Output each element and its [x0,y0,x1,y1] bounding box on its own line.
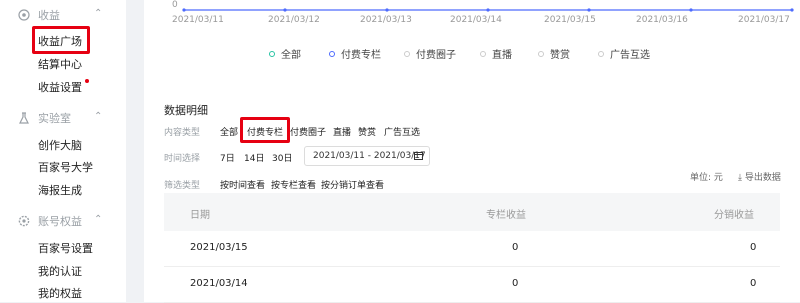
income-chart: 0 2021/03/11 2021/03/12 2021/03/13 2021/… [144,0,800,30]
sidebar-item-creative-brain[interactable]: 创作大脑 [38,137,82,153]
data-point [587,8,591,12]
legend-label: 赞赏 [550,50,570,61]
legend-item-paid-circle[interactable]: 付费圈子 [404,46,456,61]
chevron-up-icon[interactable]: ⌃ [94,8,102,19]
x-tick-label: 2021/03/13 [360,15,412,25]
calendar-icon [414,152,423,160]
legend-dot-icon [269,50,275,57]
notification-dot [85,79,89,83]
sidebar-section-title: 账号权益 [38,215,82,228]
table-cell: 0 [512,242,519,253]
filter-option-live[interactable]: 直播 [333,125,351,138]
filter-option-tip[interactable]: 赞赏 [358,125,376,138]
legend-dot-icon [329,50,335,57]
sidebar-item-rights[interactable]: 我的权益 [38,285,82,301]
time-option-30d[interactable]: 30日 [272,151,292,164]
data-point [182,8,186,12]
legend-label: 付费专栏 [341,50,381,61]
sidebar-section-title: 收益 [38,9,60,22]
chevron-up-icon[interactable]: ⌃ [94,111,102,122]
section-title: 数据明细 [164,104,208,117]
unit-label: 单位: 元 [690,173,723,183]
column-header-date: 日期 [190,210,210,221]
filter-by-column[interactable]: 按专栏查看 [271,178,316,191]
sidebar-item-settlement[interactable]: 结算中心 [38,56,82,72]
sidebar-section-income[interactable]: 收益 ⌃ [18,7,102,23]
data-point [486,8,490,12]
data-point [385,8,389,12]
legend-item-ad[interactable]: 广告互选 [598,46,650,61]
download-icon: ⤓ [738,173,745,183]
x-tick-label: 2021/03/16 [636,15,688,25]
gear-icon [18,215,30,227]
data-point [689,8,693,12]
filter-by-distribution[interactable]: 按分销订单查看 [321,178,384,191]
main-panel: 0 2021/03/11 2021/03/12 2021/03/13 2021/… [144,0,800,303]
legend-label: 全部 [281,50,301,61]
column-header-column-income: 专栏收益 [486,210,526,221]
legend-dot-icon [598,50,604,57]
legend-dot-icon [480,50,486,57]
sidebar: 收益 ⌃ 收益广场 结算中心 收益设置 实验室 ⌃ 创作大脑 百家号大学 海报生… [0,0,126,302]
legend-label: 直播 [492,50,512,61]
x-tick-label: 2021/03/12 [268,15,320,25]
data-point [790,8,794,12]
export-button[interactable]: ⤓ 导出数据 [738,170,781,183]
sidebar-section-account[interactable]: 账号权益 ⌃ [18,213,102,229]
legend-dot-icon [404,50,410,57]
sidebar-item-account-settings[interactable]: 百家号设置 [38,240,93,256]
sidebar-section-title: 实验室 [38,112,71,125]
time-option-7d[interactable]: 7日 [220,151,235,164]
table-row: 2021/03/14 0 0 [164,267,780,303]
coin-icon [18,9,30,21]
sidebar-section-lab[interactable]: 实验室 ⌃ [18,110,102,126]
filter-by-time[interactable]: 按时间查看 [220,178,265,191]
table-cell: 2021/03/14 [190,278,248,289]
legend-item-live[interactable]: 直播 [480,46,512,61]
flask-icon [18,112,30,124]
table-row: 2021/03/15 0 0 [164,231,780,267]
table-cell: 0 [750,278,757,289]
x-tick-label: 2021/03/14 [450,15,502,25]
legend-label: 付费圈子 [416,50,456,61]
filter-option-ad[interactable]: 广告互选 [384,125,420,138]
table-cell: 0 [750,242,757,253]
table-header: 日期 专栏收益 分销收益 [164,193,780,231]
legend-item-all[interactable]: 全部 [269,46,301,61]
sidebar-item-poster[interactable]: 海报生成 [38,182,82,198]
sidebar-item-income-settings[interactable]: 收益设置 [38,79,89,95]
table-cell: 2021/03/15 [190,242,248,253]
highlight-box [240,117,290,143]
x-tick-label: 2021/03/17 [738,15,790,25]
highlight-box [32,26,90,54]
date-range-value: 2021/03/11 - 2021/03/17 [313,151,426,161]
filter-option-all[interactable]: 全部 [220,125,238,138]
sidebar-item-university[interactable]: 百家号大学 [38,159,93,175]
time-option-14d[interactable]: 14日 [244,151,264,164]
table-cell: 0 [512,278,519,289]
time-select-label: 时间选择 [164,154,201,164]
legend-item-tip[interactable]: 赞赏 [538,46,570,61]
x-tick-label: 2021/03/15 [544,15,596,25]
chevron-up-icon[interactable]: ⌃ [94,214,102,225]
legend-dot-icon [538,50,544,57]
date-range-picker[interactable]: 2021/03/11 - 2021/03/17 [304,146,430,166]
filter-type-label: 筛选类型 [164,181,201,191]
column-header-distribution-income: 分销收益 [714,210,754,221]
legend-item-paid-column[interactable]: 付费专栏 [329,46,381,61]
filter-option-paid-circle[interactable]: 付费圈子 [290,125,326,138]
x-tick-label: 2021/03/11 [172,15,224,25]
content-type-label: 内容类型 [164,128,201,138]
export-label: 导出数据 [744,173,781,183]
data-point [283,8,287,12]
sidebar-item-certification[interactable]: 我的认证 [38,263,82,279]
sidebar-item-label: 收益设置 [38,81,82,94]
legend-label: 广告互选 [610,50,650,61]
